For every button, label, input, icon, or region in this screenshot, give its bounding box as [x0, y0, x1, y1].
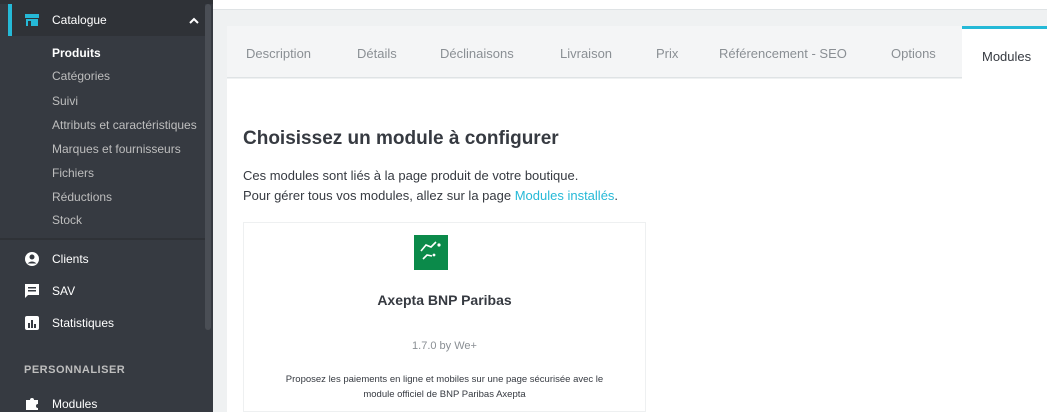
sidebar-subitem-attributs[interactable]: Attributs et caractéristiques	[52, 118, 197, 132]
user-icon	[24, 251, 40, 267]
sidebar-item-label: Modules	[52, 397, 98, 411]
sidebar-subitem-fichiers[interactable]: Fichiers	[52, 166, 94, 180]
sidebar-item-label: SAV	[52, 284, 76, 298]
description-line-1: Ces modules sont liés à la page produit …	[243, 168, 579, 183]
sidebar-subitem-marques[interactable]: Marques et fournisseurs	[52, 142, 181, 156]
tab-declinaisons[interactable]: Déclinaisons	[440, 46, 514, 61]
sidebar-item-label: Statistiques	[52, 316, 115, 330]
sidebar-item-sav[interactable]: SAV	[0, 280, 205, 302]
tab-modules[interactable]: Modules	[962, 26, 1047, 79]
sidebar-subitem-produits[interactable]: Produits	[52, 46, 101, 60]
sidebar-item-clients[interactable]: Clients	[0, 248, 205, 270]
sidebar-scrollbar[interactable]	[205, 4, 211, 330]
chevron-up-icon[interactable]	[188, 14, 200, 26]
sidebar-item-catalogue[interactable]: Catalogue	[12, 4, 205, 36]
modules-installes-link[interactable]: Modules installés	[515, 188, 615, 203]
section-title-personnaliser: PERSONNALISER	[24, 364, 126, 376]
store-icon	[24, 12, 40, 28]
description-line-2: Pour gérer tous vos modules, allez sur l…	[243, 188, 618, 203]
sidebar-item-label: Clients	[52, 252, 89, 266]
bar-chart-icon	[24, 315, 40, 331]
sidebar-divider	[0, 238, 205, 240]
sidebar-subitem-reductions[interactable]: Réductions	[52, 190, 112, 204]
sidebar-item-modules[interactable]: Modules	[0, 393, 205, 412]
sidebar-subitem-categories[interactable]: Catégories	[52, 69, 110, 83]
tab-details[interactable]: Détails	[357, 46, 397, 61]
module-version: 1.7.0 by We+	[412, 340, 477, 352]
sidebar-subitem-stock[interactable]: Stock	[52, 213, 82, 227]
description-text: Pour gérer tous vos modules, allez sur l…	[243, 188, 515, 203]
sidebar-item-statistiques[interactable]: Statistiques	[0, 312, 205, 334]
tab-modules-label: Modules	[982, 49, 1032, 64]
bnp-paribas-logo-icon	[414, 235, 448, 270]
message-icon	[24, 283, 40, 299]
description-period: .	[614, 188, 619, 203]
sidebar-item-label: Catalogue	[52, 13, 107, 27]
tab-options[interactable]: Options	[891, 46, 936, 61]
module-description: Proposez les paiements en ligne et mobil…	[243, 372, 646, 402]
tab-description[interactable]: Description	[246, 46, 311, 61]
sidebar-subitem-suivi[interactable]: Suivi	[52, 94, 78, 108]
module-name: Axepta BNP Paribas	[377, 292, 512, 308]
page-title: Choisissez un module à configurer	[243, 128, 559, 149]
sidebar: Catalogue Produits Catégories Suivi Attr…	[0, 0, 213, 412]
module-description-line-1: Proposez les paiements en ligne et mobil…	[285, 374, 604, 385]
tab-livraison[interactable]: Livraison	[560, 46, 612, 61]
main-panel: Description Détails Déclinaisons Livrais…	[213, 0, 1047, 412]
module-description-line-2: module officiel de BNP Paribas Axepta	[363, 389, 526, 400]
header-strip	[213, 0, 1047, 10]
tab-seo[interactable]: Référencement - SEO	[719, 46, 847, 61]
puzzle-icon	[24, 395, 40, 411]
tab-prix[interactable]: Prix	[656, 46, 678, 61]
